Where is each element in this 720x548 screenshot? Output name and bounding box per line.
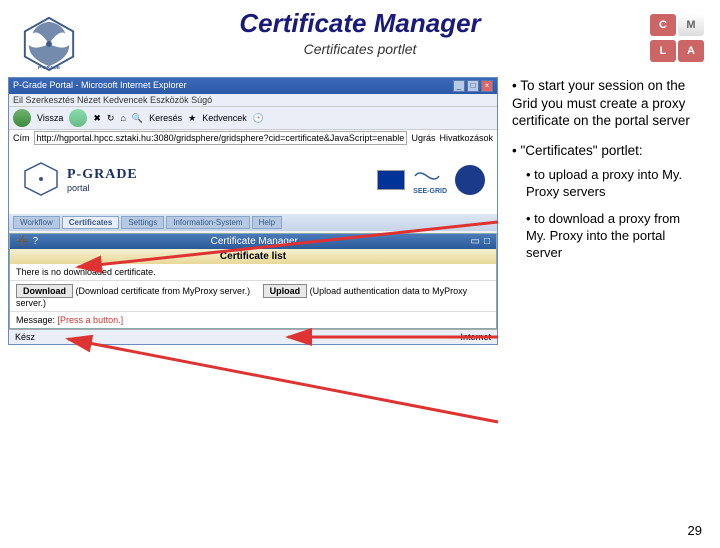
portlet-help-icon[interactable]: ? bbox=[32, 236, 38, 247]
svg-text:P-GRADE: P-GRADE bbox=[38, 65, 61, 71]
bullet-2b: • to download a proxy from My. Proxy int… bbox=[526, 211, 700, 262]
puzzle-l: L bbox=[650, 40, 676, 62]
back-label: Vissza bbox=[37, 113, 63, 123]
content-area: P-Grade Portal - Microsoft Internet Expl… bbox=[0, 77, 720, 427]
stop-icon[interactable]: ✖ bbox=[93, 113, 101, 124]
pgrade-mini-logo-icon bbox=[21, 161, 61, 199]
refresh-icon[interactable]: ↻ bbox=[107, 113, 115, 124]
eu-flag-icon bbox=[377, 170, 405, 190]
puzzle-c: C bbox=[650, 14, 676, 36]
puzzle-m: M bbox=[678, 14, 704, 36]
tab-information-system[interactable]: Information-System bbox=[166, 216, 249, 229]
minimize-button[interactable]: _ bbox=[453, 80, 465, 92]
sztaki-logo-icon bbox=[455, 165, 485, 195]
status-text: Kész bbox=[15, 332, 35, 342]
message-label: Message: bbox=[16, 315, 55, 325]
message-row: Message: [Press a button.] bbox=[10, 312, 496, 328]
puzzle-a: A bbox=[678, 40, 704, 62]
sponsor-logos: SEE-GRID bbox=[377, 165, 485, 195]
portlet-header: ➕ ? Certificate Manager ▭ □ bbox=[10, 234, 496, 249]
tab-workflow[interactable]: Workflow bbox=[13, 216, 60, 229]
browser-title: P-Grade Portal - Microsoft Internet Expl… bbox=[13, 80, 187, 92]
tab-settings[interactable]: Settings bbox=[121, 216, 164, 229]
screenshot-area: P-Grade Portal - Microsoft Internet Expl… bbox=[8, 77, 500, 427]
browser-titlebar: P-Grade Portal - Microsoft Internet Expl… bbox=[9, 78, 497, 94]
address-label: Cím bbox=[13, 133, 30, 143]
action-row: Download (Download certificate from MyPr… bbox=[10, 281, 496, 312]
favorites-icon[interactable]: ★ bbox=[188, 113, 196, 124]
tab-help[interactable]: Help bbox=[252, 216, 282, 229]
address-bar: Cím Ugrás Hivatkozások bbox=[9, 129, 497, 146]
forward-button[interactable] bbox=[69, 109, 87, 127]
address-input[interactable] bbox=[34, 131, 408, 145]
slide-subtitle: Certificates portlet bbox=[0, 41, 720, 57]
bullet-1: • To start your session on the Grid you … bbox=[512, 77, 700, 130]
portal-tabs: Workflow Certificates Settings Informati… bbox=[9, 214, 497, 231]
browser-status-bar: Kész Internet bbox=[9, 329, 497, 344]
portlet-title: Certificate Manager bbox=[211, 236, 298, 247]
download-desc: (Download certificate from MyProxy serve… bbox=[76, 286, 251, 296]
window-controls: _ □ × bbox=[453, 80, 493, 92]
pgrade-logo-left: P-GRADE bbox=[14, 14, 84, 72]
bullet-panel: • To start your session on the Grid you … bbox=[500, 77, 700, 427]
bullet-2a: • to upload a proxy into My. Proxy serve… bbox=[526, 167, 700, 201]
browser-menubar[interactable]: Eil Szerkesztés Nézet Kedvencek Eszközök… bbox=[9, 94, 497, 106]
upload-button[interactable]: Upload bbox=[263, 284, 308, 298]
certificate-portlet: ➕ ? Certificate Manager ▭ □ Certificate … bbox=[9, 233, 497, 329]
cmla-puzzle-logo: C M L A bbox=[650, 14, 710, 64]
pgrade-text: P-GRADE bbox=[67, 167, 138, 183]
portlet-plus-icon[interactable]: ➕ bbox=[16, 236, 28, 247]
maximize-button[interactable]: □ bbox=[467, 80, 479, 92]
no-cert-row: There is no downloaded certificate. bbox=[10, 264, 496, 281]
bullet-2: • "Certificates" portlet: bbox=[512, 142, 700, 160]
browser-toolbar: Vissza ✖ ↻ ⌂ 🔍 Keresés ★ Kedvencek 🕒 bbox=[9, 106, 497, 129]
portlet-minimize-icon[interactable]: ▭ bbox=[471, 236, 480, 247]
close-button[interactable]: × bbox=[481, 80, 493, 92]
go-button[interactable]: Ugrás bbox=[411, 133, 435, 143]
browser-window: P-Grade Portal - Microsoft Internet Expl… bbox=[8, 77, 498, 345]
slide-number: 29 bbox=[688, 523, 702, 538]
pgrade-portal-label: portal bbox=[67, 183, 138, 193]
search-icon[interactable]: 🔍 bbox=[132, 113, 143, 124]
links-label: Hivatkozások bbox=[439, 133, 493, 143]
message-value: [Press a button.] bbox=[58, 315, 124, 325]
zone-label: Internet bbox=[460, 332, 491, 342]
portlet-max-icon[interactable]: □ bbox=[484, 236, 490, 247]
slide-title: Certificate Manager bbox=[0, 8, 720, 39]
history-icon[interactable]: 🕒 bbox=[253, 113, 264, 124]
page-header: P-GRADE portal SEE-GRID bbox=[9, 146, 497, 214]
tab-certificates[interactable]: Certificates bbox=[62, 216, 120, 229]
portlet-body: There is no downloaded certificate. Down… bbox=[10, 264, 496, 328]
pgrade-banner: P-GRADE portal bbox=[21, 161, 138, 199]
home-icon[interactable]: ⌂ bbox=[120, 113, 125, 123]
seegrid-logo: SEE-GRID bbox=[413, 166, 447, 195]
download-button[interactable]: Download bbox=[16, 284, 73, 298]
portlet-section-header: Certificate list bbox=[10, 249, 496, 264]
back-button[interactable] bbox=[13, 109, 31, 127]
favorites-label: Kedvencek bbox=[202, 113, 247, 123]
search-label: Keresés bbox=[149, 113, 182, 123]
